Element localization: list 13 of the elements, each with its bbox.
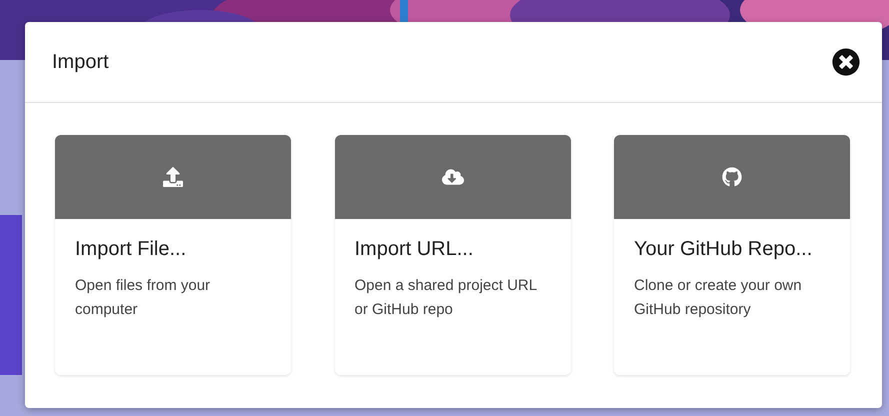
close-button[interactable]	[832, 48, 860, 76]
option-card[interactable]: Your GitHub Repo... Clone or create your own GitHub repository	[614, 135, 850, 375]
dialog-title: Import	[52, 50, 109, 74]
option-card[interactable]: Import File... Open files from your computer	[55, 135, 291, 375]
card-description: Open files from your computer	[75, 276, 212, 320]
card-description: Open a shared project URL or GitHub repo	[354, 276, 538, 320]
card-title: Import File...	[75, 237, 188, 262]
option-card[interactable]: Import URL... Open a shared project URL or GitHub repo	[334, 135, 570, 375]
upload-icon	[163, 167, 183, 187]
card-title: Import URL...	[354, 237, 474, 262]
card-description: Clone or create your own GitHub repository	[634, 276, 803, 320]
github-icon	[722, 167, 742, 187]
card-title: Your GitHub Repo...	[634, 237, 814, 262]
